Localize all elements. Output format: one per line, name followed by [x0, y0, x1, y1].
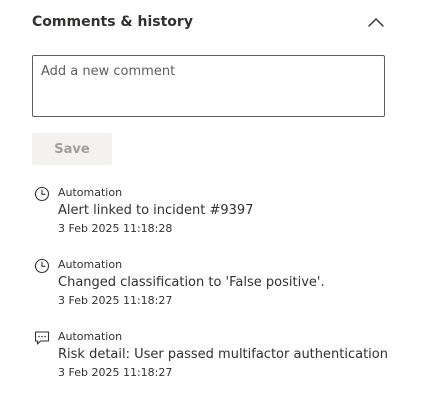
clock-icon [34, 186, 50, 202]
history-source: Automation [58, 186, 123, 199]
history-item: Automation Changed classification to 'Fa… [32, 256, 412, 328]
history-text: Alert linked to incident #9397 [58, 203, 254, 218]
history-timestamp: 3 Feb 2025 11:18:28 [58, 222, 173, 235]
history-item: Automation Alert linked to incident #939… [32, 184, 412, 256]
collapse-button[interactable] [366, 12, 386, 32]
history-text: Changed classification to 'False positiv… [58, 275, 325, 290]
history-source: Automation [58, 330, 123, 343]
history-body: Automation Changed classification to 'Fa… [58, 256, 325, 310]
history-text: Risk detail: User passed multifactor aut… [58, 347, 388, 362]
history-item: Automation Risk detail: User passed mult… [32, 328, 412, 400]
comment-icon [34, 331, 50, 345]
history-source: Automation [58, 258, 123, 271]
comment-field[interactable] [32, 55, 385, 117]
save-button[interactable]: Save [32, 133, 112, 165]
history-body: Automation Risk detail: User passed mult… [58, 328, 388, 382]
clock-icon [34, 258, 50, 274]
history-list: Automation Alert linked to incident #939… [32, 184, 412, 400]
section-header: Comments & history [32, 10, 386, 34]
comment-input[interactable] [33, 56, 384, 116]
section-title: Comments & history [32, 14, 193, 30]
comments-history-panel: Comments & history Save Automation Alert… [0, 0, 434, 408]
chevron-up-icon [368, 18, 384, 27]
history-timestamp: 3 Feb 2025 11:18:27 [58, 294, 173, 307]
history-timestamp: 3 Feb 2025 11:18:27 [58, 366, 173, 379]
history-body: Automation Alert linked to incident #939… [58, 184, 253, 238]
